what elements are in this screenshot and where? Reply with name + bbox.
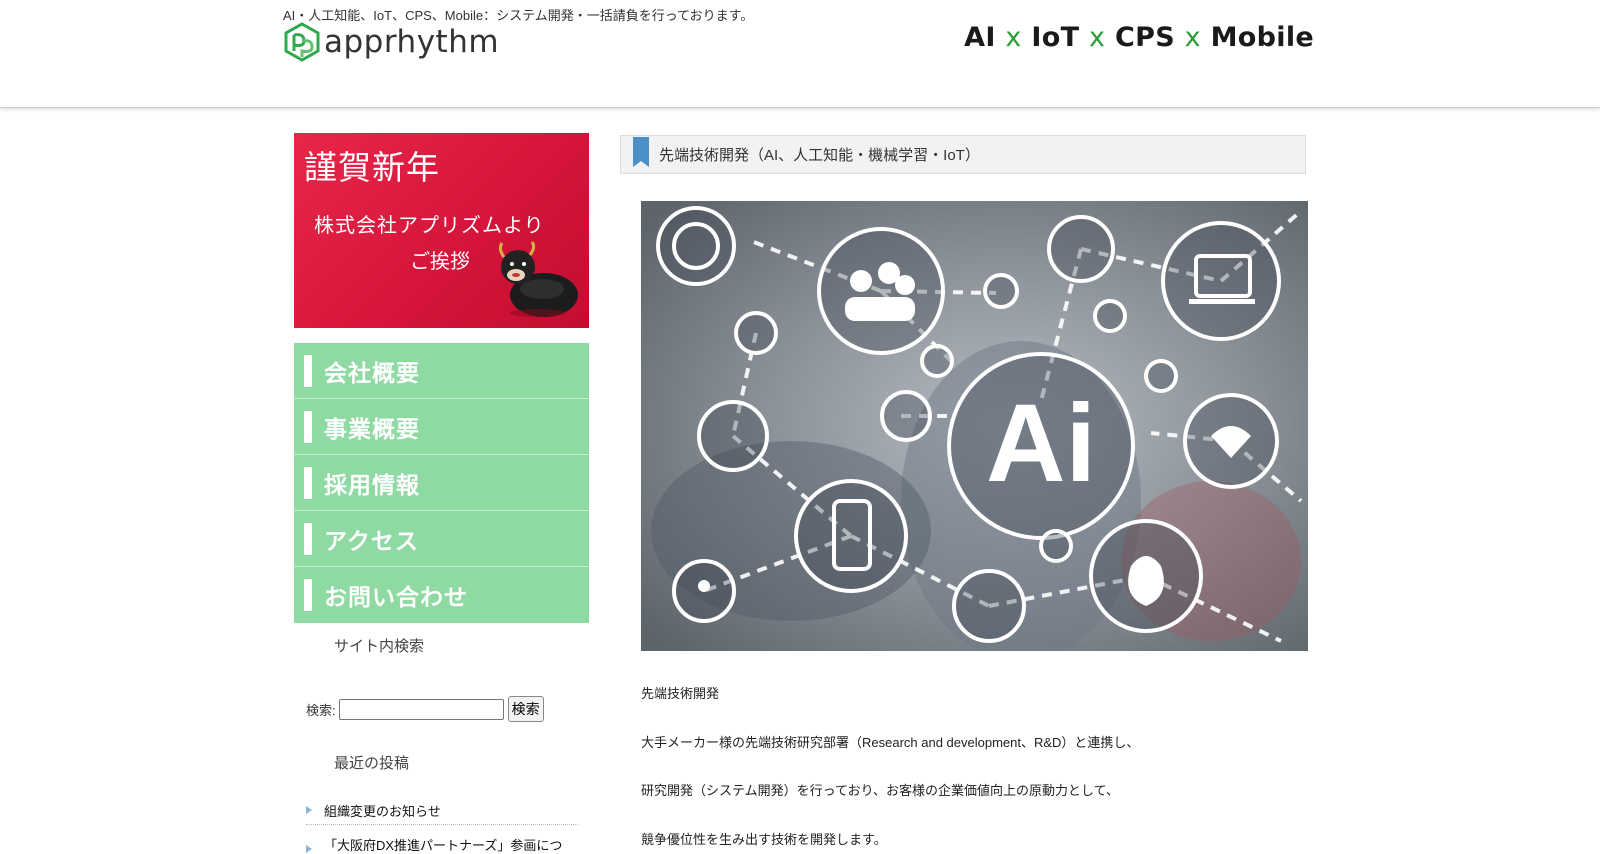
new-year-banner[interactable]: 謹賀新年 株式会社アプリズムより ご挨拶 [294,133,589,328]
slogan-ai: AI [964,22,996,53]
menu-bar-marker [304,354,312,387]
slogan-x: x [1184,22,1201,53]
menu-label: 事業概要 [324,415,420,442]
page-title: 先端技術開発（AI、人工知能・機械学習・IoT） [659,147,980,164]
banner-line2: ご挨拶 [410,249,470,273]
menu-bar-marker [304,410,312,443]
site-logo[interactable]: apprhythm [282,21,499,63]
site-header: AI・人工知能、IoT、CPS、Mobile：システム開発・一括請負を行っており… [0,0,1600,108]
apprhythm-logo-icon [284,22,320,62]
bullet-arrow-icon [306,845,312,853]
content-heading-bar: 先端技術開発（AI、人工知能・機械学習・IoT） [620,135,1306,174]
ribbon-bookmark-icon [633,136,649,167]
body-paragraph: 大手メーカー様の先端技術研究部署（Research and developmen… [641,735,1140,750]
bullet-arrow-icon [306,806,312,814]
hero-ai-text: Ai [986,382,1096,505]
slogan-iot: IoT [1031,22,1080,53]
recent-post-link[interactable]: 組織変更のお知らせ [306,801,578,825]
menu-item-recruit[interactable]: 採用情報 [294,455,589,511]
site-search-heading: サイト内検索 [334,638,425,655]
menu-bar-marker [304,579,312,611]
menu-item-business[interactable]: 事業概要 [294,399,589,455]
sidebar: 謹賀新年 株式会社アプリズムより ご挨拶 会社概要 事業概要 採用情報 アクセス… [294,133,589,854]
slogan-x: x [1089,22,1106,53]
slogan-mobile: Mobile [1210,22,1314,53]
main-menu: 会社概要 事業概要 採用情報 アクセス お問い合わせ [294,343,589,623]
banner-title: 謹賀新年 [304,148,440,187]
recent-post-link[interactable]: 「大阪府DX推進パートナーズ」参画につ [306,835,578,854]
header-slogan: AI x IoT x CPS x Mobile [964,22,1314,53]
menu-item-company[interactable]: 会社概要 [294,343,589,399]
search-input[interactable] [338,698,504,720]
banner-line1: 株式会社アプリズムより [314,213,545,237]
body-paragraph: 研究開発（システム開発）を行っており、お客様の企業価値向上の原動力として、 [641,783,1120,798]
ox-figurine-icon [498,241,578,317]
slogan-x: x [1005,22,1022,53]
search-button[interactable]: 検索 [507,696,544,722]
menu-label: 採用情報 [324,471,420,498]
menu-bar-marker [304,466,312,499]
post-title: 「大阪府DX推進パートナーズ」参画につ [324,838,563,853]
menu-label: お問い合わせ [324,584,468,610]
logo-text: apprhythm [324,23,500,60]
menu-item-contact[interactable]: お問い合わせ [294,567,589,623]
menu-item-access[interactable]: アクセス [294,511,589,567]
menu-bar-marker [304,522,312,555]
menu-label: 会社概要 [324,359,420,386]
search-label: 検索: [306,702,336,718]
post-title: 組織変更のお知らせ [324,804,441,819]
search-form: 検索: 検索 [306,696,589,722]
recent-posts-heading: 最近の投稿 [334,755,410,772]
ai-network-illustration: Ai [641,201,1308,651]
slogan-cps: CPS [1114,22,1175,53]
hero-image-ai-network: Ai [641,201,1308,651]
body-paragraph: 先端技術開発 [641,686,720,701]
menu-label: アクセス [324,527,419,554]
body-paragraph: 競争優位性を生み出す技術を開発します。 [641,832,887,847]
